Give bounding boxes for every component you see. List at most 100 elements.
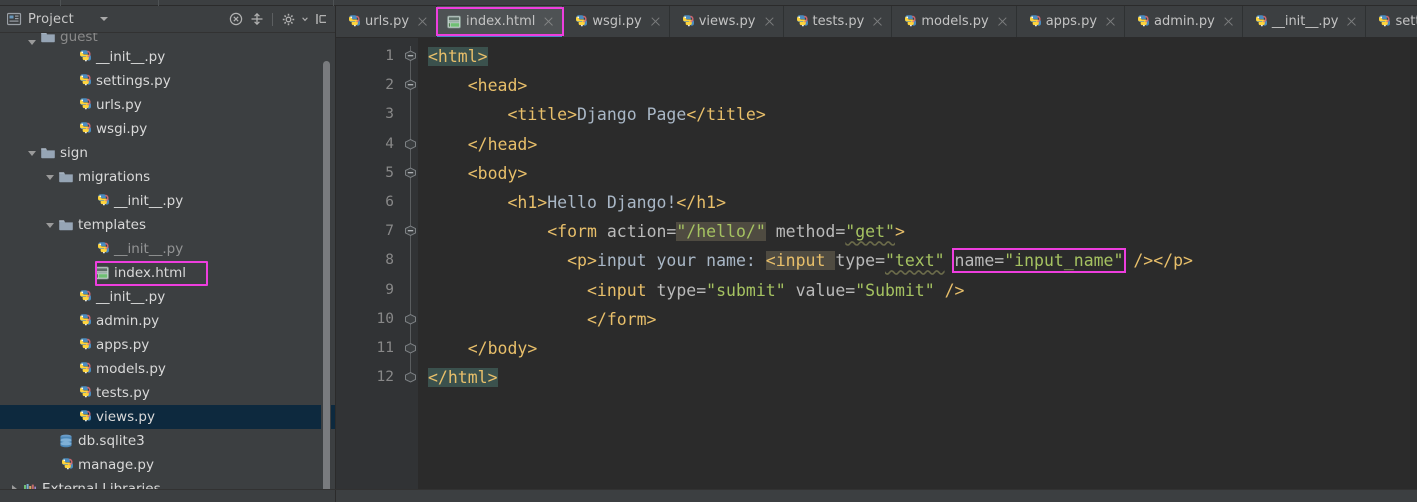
fold-end-icon[interactable] bbox=[404, 312, 417, 326]
fold-collapse-icon[interactable] bbox=[404, 49, 417, 63]
tree-item-guest[interactable]: guest bbox=[0, 33, 335, 45]
tree-item-templates[interactable]: templates bbox=[0, 213, 335, 237]
editor-tab-tests-py[interactable]: tests.py bbox=[783, 6, 893, 37]
code-line-4: </head> bbox=[418, 130, 1417, 159]
line-number-gutter: 1 2 3 4 5 6 7 8 9 10 11 12 bbox=[336, 38, 404, 489]
tree-item--init-py[interactable]: __init__.py bbox=[0, 189, 335, 213]
tab-close-icon[interactable] bbox=[872, 16, 883, 27]
tree-item-tests-py[interactable]: tests.py bbox=[0, 381, 335, 405]
fold-slot-empty bbox=[404, 188, 418, 217]
tree-item-urls-py[interactable]: urls.py bbox=[0, 93, 335, 117]
tree-expand-arrow-right-icon[interactable] bbox=[6, 485, 22, 489]
code-editor[interactable]: 1 2 3 4 5 6 7 8 9 10 11 12 <html> <head> <title>Dja… bbox=[336, 37, 1417, 489]
editor-tab-label: __init__.py bbox=[1271, 14, 1339, 29]
editor-tab-apps-py[interactable]: apps.py bbox=[1016, 6, 1126, 37]
python-icon bbox=[94, 193, 110, 209]
project-tree[interactable]: guest __init__.py settings.py urls.py wsgi.p… bbox=[0, 32, 335, 489]
tree-item-label: tests.py bbox=[96, 385, 150, 401]
editor-tab-bar[interactable]: urls.py index.html wsgi.py views.py tests.py… bbox=[336, 6, 1417, 37]
tree-item-label: __init__.py bbox=[114, 241, 184, 257]
tab-close-icon[interactable] bbox=[650, 16, 661, 27]
hide-panel-icon[interactable] bbox=[314, 12, 329, 27]
tree-item--init-py[interactable]: __init__.py bbox=[0, 285, 335, 309]
tree-item-label: __init__.py bbox=[114, 193, 184, 209]
bottom-strip-right bbox=[336, 490, 1417, 502]
editor-tab-models-py[interactable]: models.py bbox=[892, 6, 1017, 37]
fold-collapse-icon[interactable] bbox=[404, 224, 417, 238]
tree-item-settings-py[interactable]: settings.py bbox=[0, 69, 335, 93]
tree-item--init-py[interactable]: __init__.py bbox=[0, 45, 335, 69]
code-line-2: <head> bbox=[418, 71, 1417, 100]
editor-tab-label: settings.py bbox=[1395, 14, 1417, 29]
tree-item-db-sqlite3[interactable]: db.sqlite3 bbox=[0, 429, 335, 453]
tree-expand-arrow-down-icon[interactable] bbox=[24, 40, 40, 45]
tree-item-external-libraries[interactable]: External Libraries bbox=[0, 477, 335, 489]
tab-close-icon[interactable] bbox=[1346, 16, 1357, 27]
code-fold-gutter[interactable] bbox=[404, 38, 418, 489]
code-line-10: </form> bbox=[418, 305, 1417, 334]
tree-item-migrations[interactable]: migrations bbox=[0, 165, 335, 189]
expand-select-icon[interactable] bbox=[249, 12, 264, 27]
fold-collapse-icon[interactable] bbox=[404, 166, 417, 180]
tree-expand-arrow-down-icon[interactable] bbox=[42, 222, 58, 228]
tree-item-index-html[interactable]: index.html bbox=[0, 261, 335, 285]
tree-item-label: wsgi.py bbox=[96, 121, 148, 137]
tab-close-icon[interactable] bbox=[417, 16, 428, 27]
input-type-value: "text" bbox=[885, 251, 945, 271]
tree-expand-arrow-down-icon[interactable] bbox=[24, 150, 40, 156]
tag-form-open-end: > bbox=[894, 222, 905, 242]
tree-item-views-py[interactable]: views.py bbox=[0, 405, 335, 429]
tag-head-open: <head> bbox=[467, 76, 528, 96]
line-number: 11 bbox=[376, 339, 394, 356]
line-number: 2 bbox=[385, 77, 394, 94]
tag-h1-close: </h1> bbox=[676, 192, 727, 212]
tree-item-label: __init__.py bbox=[96, 49, 166, 65]
h1-text: Hello Django! bbox=[547, 192, 677, 212]
editor-tab-views-py[interactable]: views.py bbox=[669, 6, 784, 37]
tree-item-sign[interactable]: sign bbox=[0, 141, 335, 165]
tree-item-manage-py[interactable]: manage.py bbox=[0, 453, 335, 477]
tab-close-icon[interactable] bbox=[1105, 16, 1116, 27]
folder-icon bbox=[40, 33, 56, 45]
html-icon bbox=[94, 265, 110, 281]
tree-item--init-py[interactable]: __init__.py bbox=[0, 237, 335, 261]
tag-title-close: </title> bbox=[686, 105, 766, 125]
editor-tab-admin-py[interactable]: admin.py bbox=[1125, 6, 1243, 37]
tree-item-admin-py[interactable]: admin.py bbox=[0, 309, 335, 333]
settings-gear-icon[interactable] bbox=[281, 12, 296, 27]
gear-dropdown-caret-icon[interactable] bbox=[302, 12, 308, 27]
tag-form-close: </form> bbox=[586, 309, 657, 329]
tree-item-apps-py[interactable]: apps.py bbox=[0, 333, 335, 357]
editor-tab-wsgi-py[interactable]: wsgi.py bbox=[563, 6, 670, 37]
tab-close-icon[interactable] bbox=[764, 16, 775, 27]
fold-collapse-icon[interactable] bbox=[404, 78, 417, 92]
chevron-down-icon[interactable] bbox=[99, 17, 108, 21]
tab-close-icon[interactable] bbox=[543, 16, 554, 27]
fold-end-icon[interactable] bbox=[404, 341, 417, 355]
tree-item-models-py[interactable]: models.py bbox=[0, 357, 335, 381]
editor-tab-settings-py[interactable]: settings.py bbox=[1366, 6, 1417, 37]
tab-close-icon[interactable] bbox=[1223, 16, 1234, 27]
editor-tab-urls-py[interactable]: urls.py bbox=[336, 6, 438, 37]
tree-item-wsgi-py[interactable]: wsgi.py bbox=[0, 117, 335, 141]
code-line-3: <title>Django Page</title> bbox=[418, 100, 1417, 129]
tree-scrollbar-thumb[interactable] bbox=[323, 61, 330, 489]
database-icon bbox=[58, 433, 74, 449]
python-icon bbox=[76, 361, 92, 377]
tag-html-close: </html> bbox=[428, 368, 498, 388]
collapse-all-icon[interactable] bbox=[228, 12, 243, 27]
fold-end-icon[interactable] bbox=[404, 370, 417, 384]
fold-end-icon[interactable] bbox=[404, 137, 417, 151]
editor-tab-label: wsgi.py bbox=[592, 14, 642, 29]
editor-tab--init-py[interactable]: __init__.py bbox=[1242, 6, 1367, 37]
line-number: 7 bbox=[385, 223, 394, 240]
python-icon bbox=[76, 313, 92, 329]
bottom-status-strip bbox=[0, 489, 1417, 502]
submit-value-attr: value= bbox=[785, 280, 856, 300]
tag-p-close: </p> bbox=[1153, 251, 1193, 271]
project-panel-title: Project bbox=[28, 11, 74, 27]
code-text-area[interactable]: <html> <head> <title>Django Page</title>… bbox=[418, 38, 1417, 489]
editor-tab-index-html[interactable]: index.html bbox=[437, 6, 564, 37]
tab-close-icon[interactable] bbox=[997, 16, 1008, 27]
tree-expand-arrow-down-icon[interactable] bbox=[42, 174, 58, 180]
